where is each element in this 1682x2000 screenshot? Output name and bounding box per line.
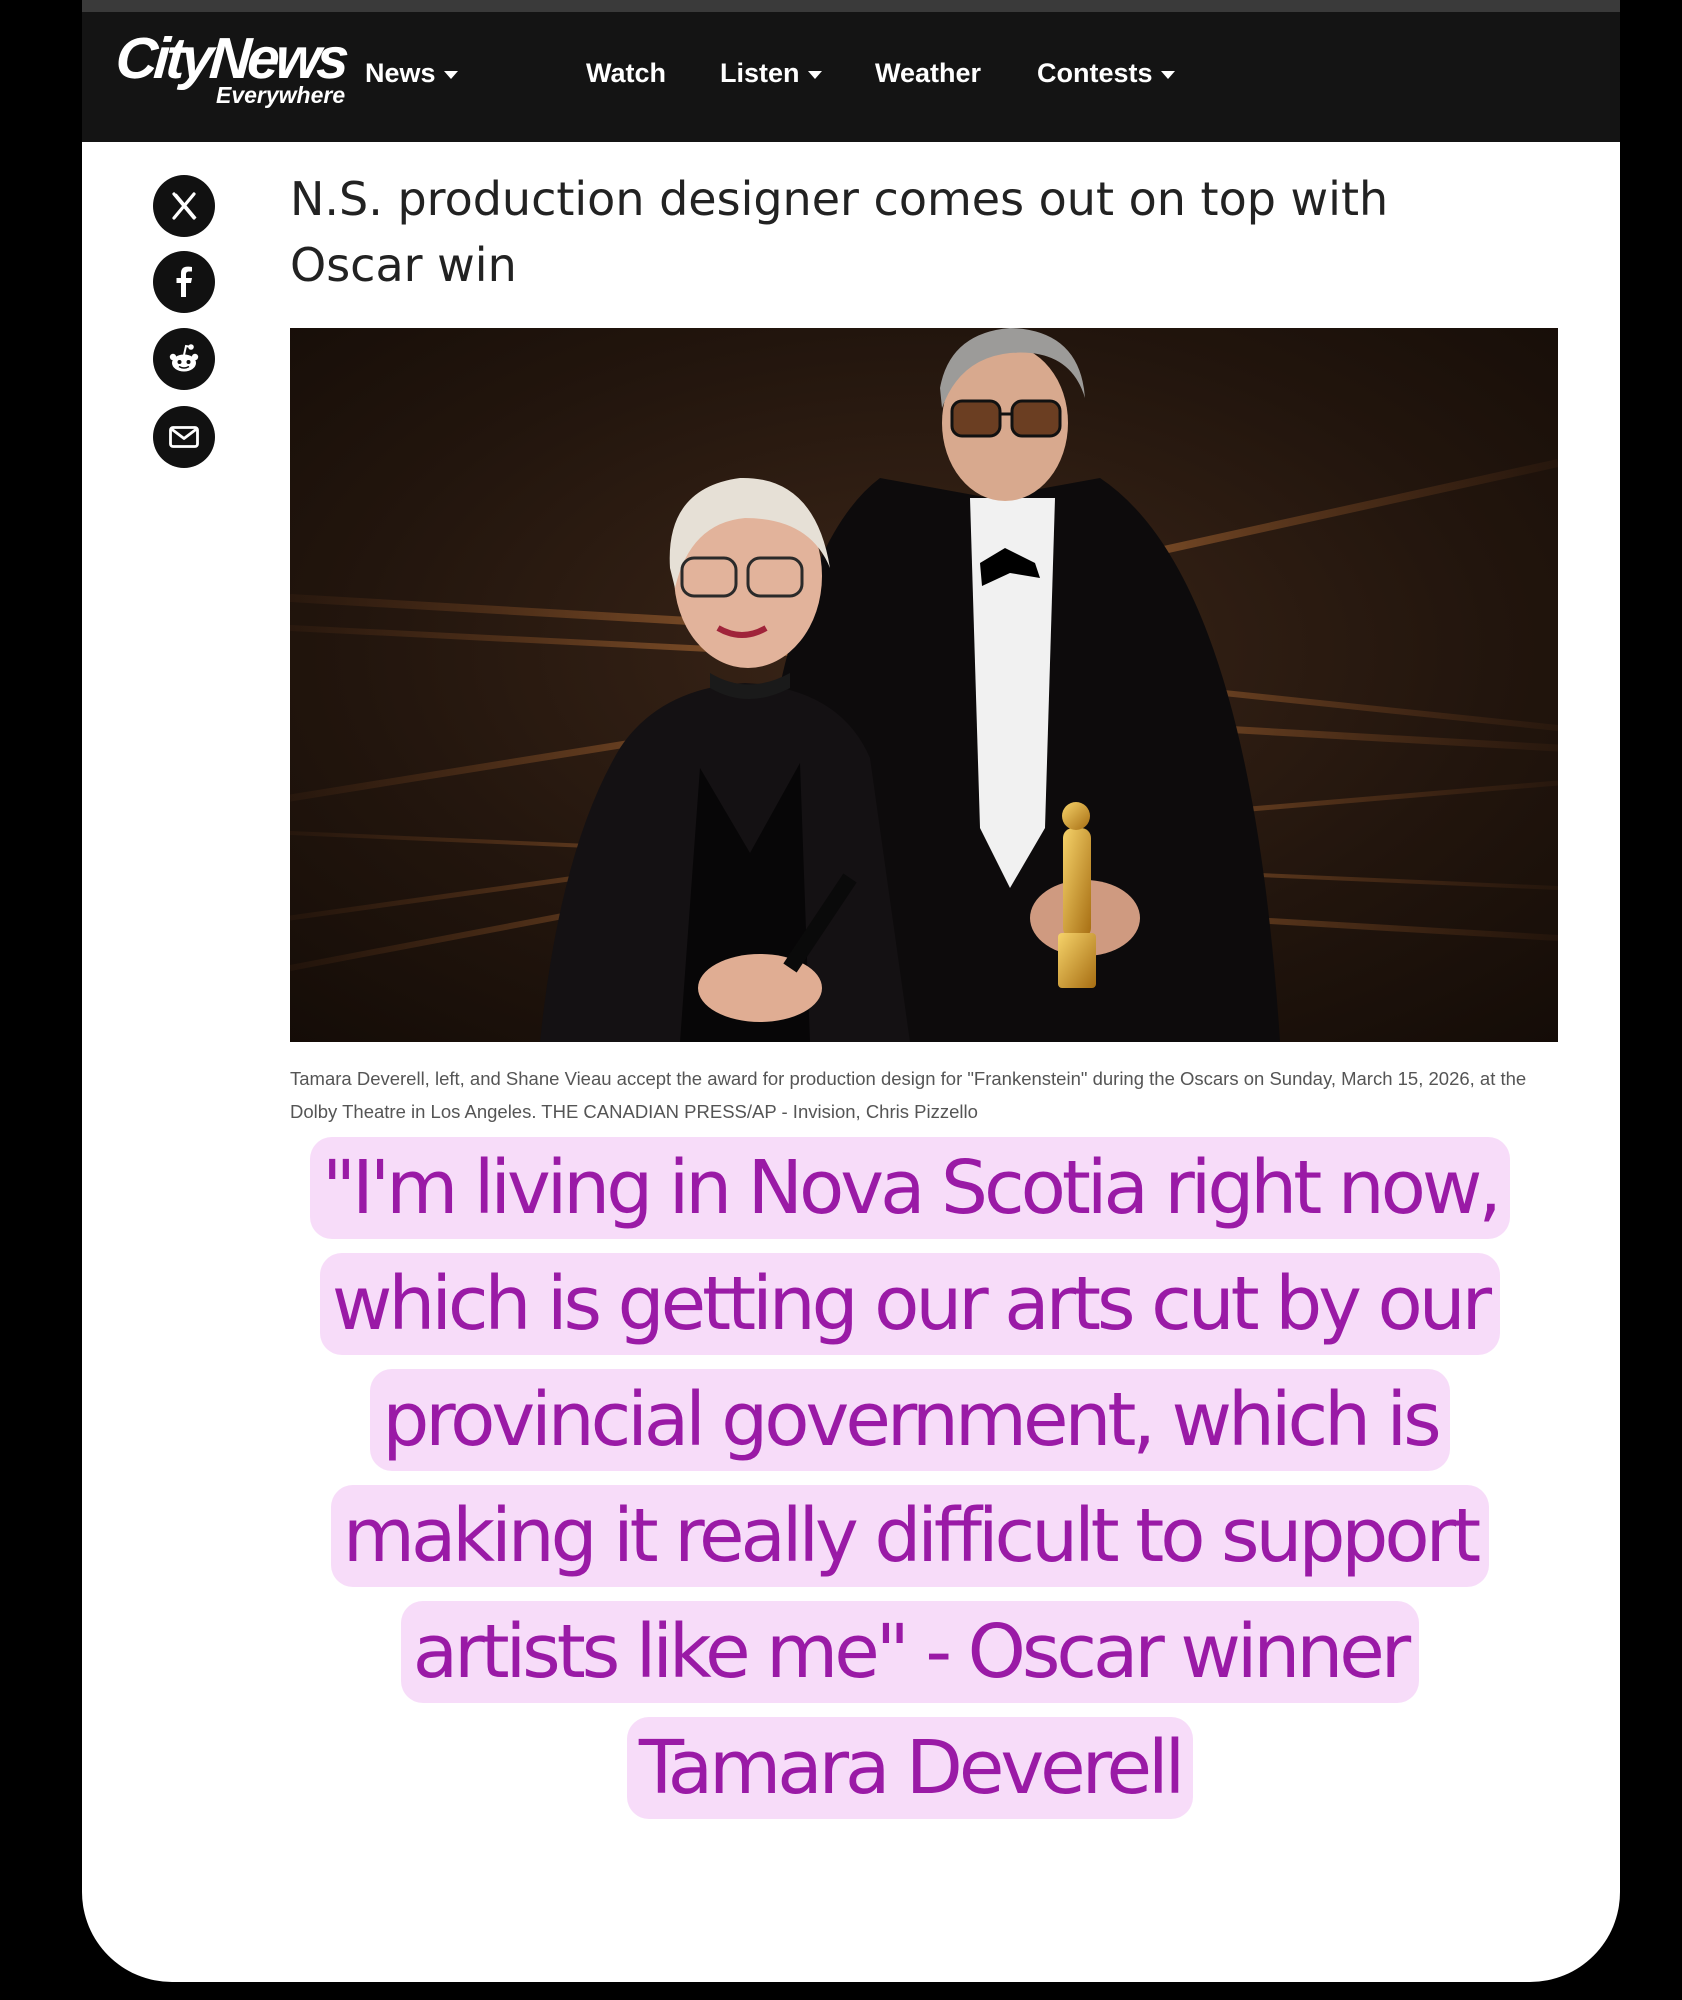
quote-overlay: "I'm living in Nova Scotia right now, wh… [290, 1130, 1530, 1826]
nav-item-label: Watch [586, 58, 666, 88]
nav-item-news[interactable]: News [365, 58, 458, 89]
logo-wordmark: CityNews [113, 26, 348, 91]
nav-item-contests[interactable]: Contests [1037, 58, 1175, 89]
photo-caption: Tamara Deverell, left, and Shane Vieau a… [290, 1068, 1527, 1122]
nav-item-label: Contests [1037, 58, 1153, 88]
share-facebook-button[interactable] [153, 251, 215, 313]
caret-down-icon [807, 70, 822, 79]
logo-tagline: Everywhere [216, 82, 346, 108]
share-reddit-button[interactable] [153, 328, 215, 390]
nav-item-watch[interactable]: Watch [586, 58, 666, 89]
oscar-winners-photo [290, 328, 1558, 1042]
nav-item-weather[interactable]: Weather [875, 58, 981, 89]
share-x-button[interactable] [153, 175, 215, 237]
facebook-icon [176, 266, 192, 297]
email-icon [169, 426, 199, 448]
quote-text: "I'm living in Nova Scotia right now, wh… [310, 1137, 1510, 1819]
nav-item-label: Listen [720, 58, 800, 88]
nav-item-label: News [365, 58, 436, 88]
article-page: N.S. production designer comes out on to… [82, 142, 1620, 1982]
article-photo[interactable] [290, 328, 1558, 1042]
nav-item-listen[interactable]: Listen [720, 58, 822, 89]
nav-item-label: Weather [875, 58, 982, 88]
article-headline: N.S. production designer comes out on to… [290, 172, 1389, 292]
x-icon [172, 192, 197, 220]
caret-down-icon [1160, 70, 1175, 79]
site-header: CityNews Everywhere News Watch Listen We… [82, 12, 1620, 142]
caret-down-icon [443, 70, 458, 79]
citynews-logo[interactable]: CityNews Everywhere [113, 26, 348, 108]
reddit-icon [169, 344, 199, 372]
window-top-strip [82, 0, 1620, 12]
share-email-button[interactable] [153, 406, 215, 468]
